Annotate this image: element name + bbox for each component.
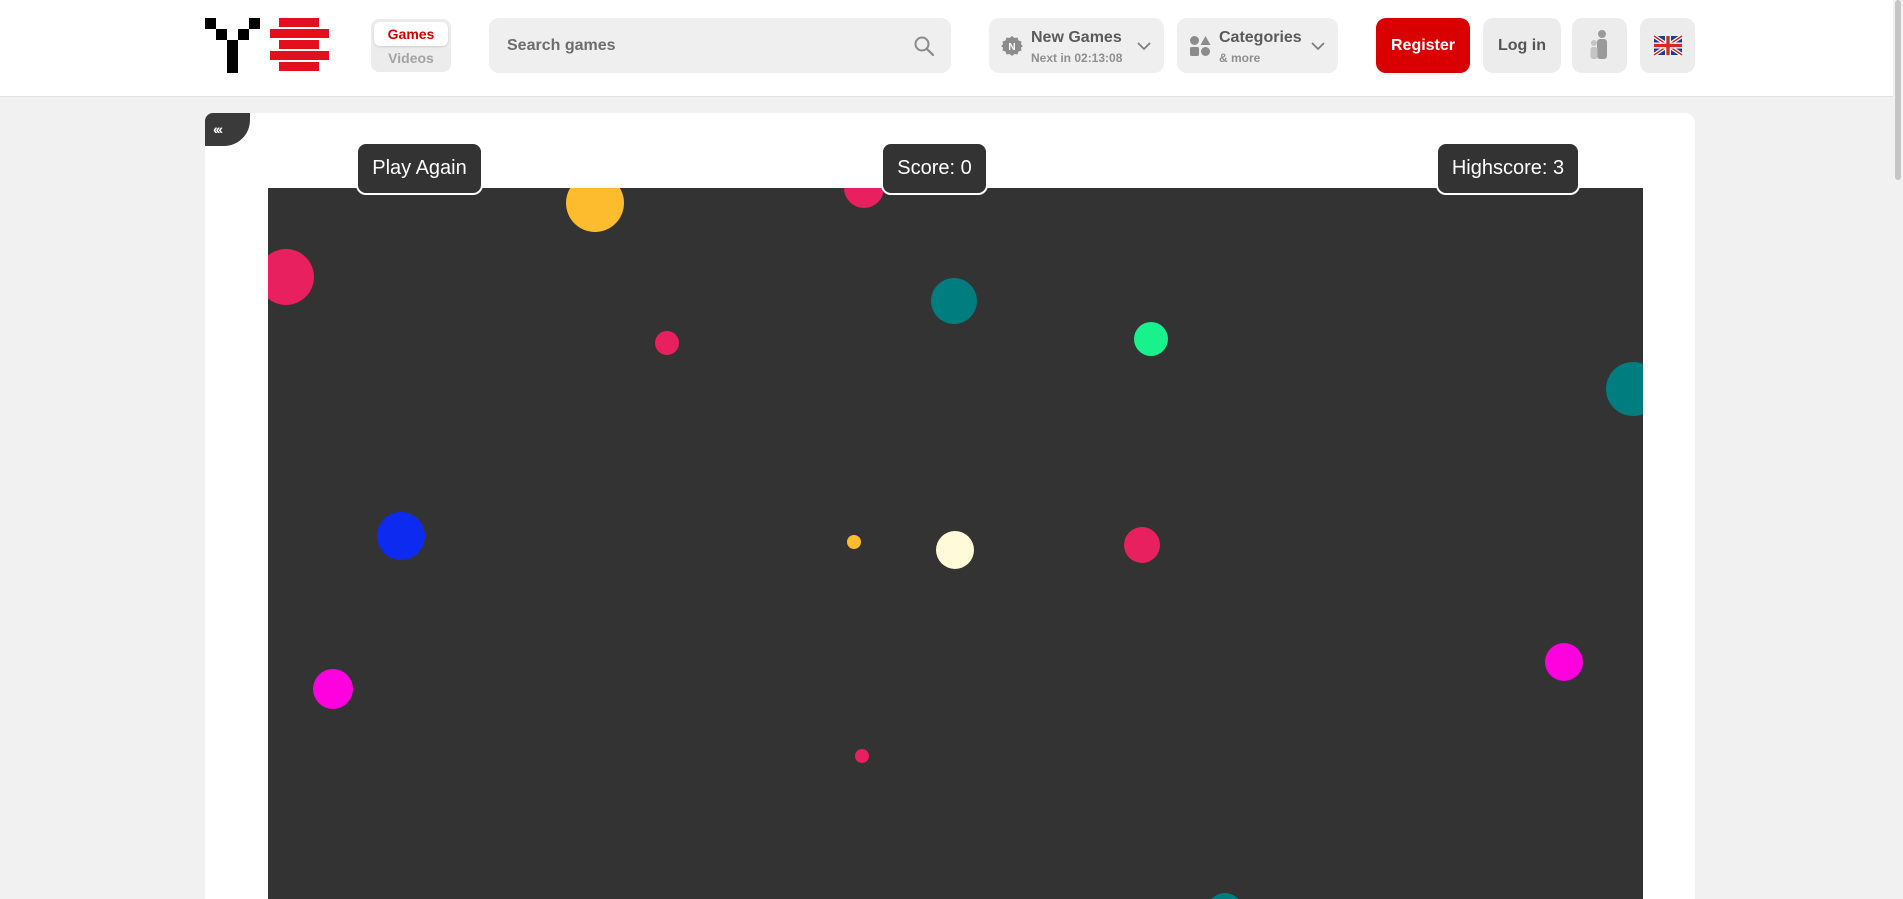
shapes-icon (1190, 36, 1211, 56)
ball (1211, 893, 1239, 899)
chevron-down-icon (1137, 42, 1151, 51)
parents-button[interactable] (1572, 18, 1627, 73)
new-games-title: New Games (1031, 29, 1122, 46)
ball (313, 669, 353, 709)
highscore-display: Highscore: 3 (1436, 142, 1580, 195)
new-games-countdown: Next in 02:13:08 (1031, 51, 1123, 65)
login-button[interactable]: Log in (1483, 18, 1561, 73)
page-scrollbar[interactable] (1893, 0, 1903, 899)
play-again-button[interactable]: Play Again (356, 142, 483, 195)
uk-flag-icon (1652, 34, 1684, 57)
search-icon[interactable] (913, 35, 935, 57)
ball (1545, 643, 1583, 681)
n-badge-icon: N (1001, 36, 1023, 56)
chevron-down-icon (1311, 42, 1325, 51)
ball (268, 249, 314, 305)
categories-subtitle: & more (1219, 51, 1261, 65)
new-games-dropdown[interactable]: N New Games Next in 02:13:08 (989, 18, 1164, 73)
n-badge-letter: N (1008, 42, 1015, 53)
games-tab[interactable]: Games (374, 22, 448, 46)
ball (1606, 362, 1643, 416)
content-type-switch: Games Videos (371, 19, 451, 72)
ball (847, 535, 861, 549)
ball (855, 749, 869, 763)
language-button[interactable] (1640, 18, 1695, 73)
y8-logo[interactable] (205, 18, 331, 74)
register-button[interactable]: Register (1376, 18, 1470, 73)
game-canvas[interactable] (268, 188, 1643, 899)
ball (1124, 527, 1160, 563)
ball (931, 278, 977, 324)
scrollbar-thumb[interactable] (1895, 0, 1901, 180)
ball (936, 531, 974, 569)
videos-tab[interactable]: Videos (374, 47, 448, 69)
ball (844, 188, 884, 208)
family-icon (1590, 30, 1607, 59)
game-field[interactable] (268, 188, 1643, 899)
categories-title: Categories (1219, 29, 1302, 46)
ball (377, 512, 425, 560)
ball (655, 331, 679, 355)
ball (566, 188, 624, 232)
score-display: Score: 0 (881, 142, 988, 195)
categories-dropdown[interactable]: Categories & more (1177, 18, 1338, 73)
top-header: Games Videos N New Games Next in 02:13:0… (0, 0, 1903, 97)
search-box (489, 18, 951, 73)
search-input[interactable] (489, 18, 889, 73)
ball (1134, 322, 1168, 356)
